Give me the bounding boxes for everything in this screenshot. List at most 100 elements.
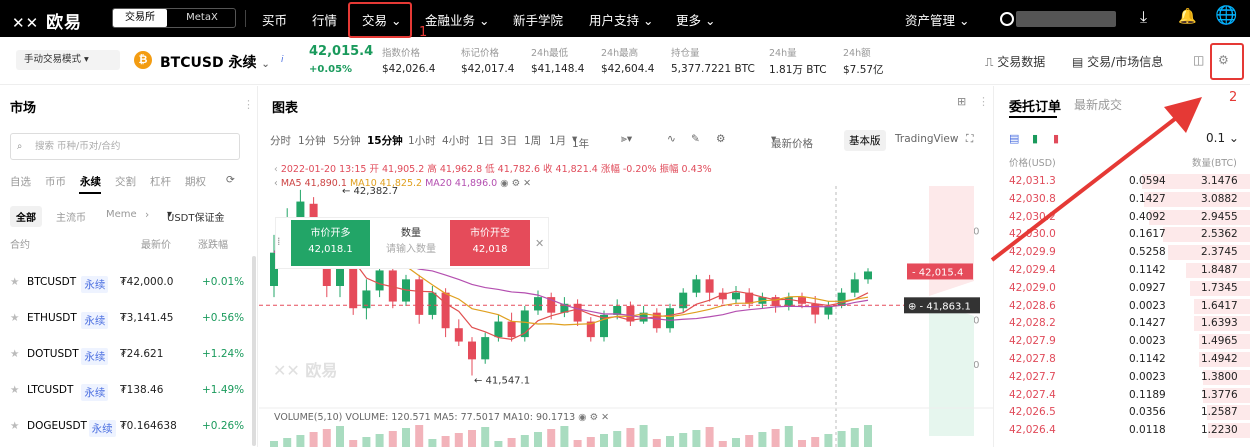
bell-icon[interactable]: 🔔 [1178,7,1197,25]
assist-close-icon[interactable]: ✕ [535,237,544,250]
market-short-button[interactable]: 市价开空 42,018 [450,220,530,266]
tab-margin[interactable]: 杠杆 [150,174,171,189]
market-row[interactable]: ★ BTCUSDT 永续 ₮42,000.0 +0.01% [0,265,258,300]
market-long-button[interactable]: 市价开多 42,018.1 [291,220,370,266]
ask-row[interactable]: 42,027.4 0.1189 1.3776 [995,387,1250,404]
subtab-arrow[interactable]: › [145,209,149,221]
tab-options[interactable]: 期权 [185,174,206,189]
ask-row[interactable]: 42,027.9 0.0023 1.4965 [995,333,1250,350]
exchange-switch[interactable]: 交易所 MetaX [112,8,236,28]
indicator-icon[interactable]: ∿ [667,133,676,145]
time-9[interactable]: 1周 [524,133,541,148]
market-search-input[interactable]: ⌕ 搜索 币种/币对/合约 [10,133,240,160]
tradingview-btn[interactable]: TradingView [895,133,958,145]
star-icon[interactable]: ★ [10,420,19,432]
ask-total: 1.3776 [1201,388,1238,401]
trade-data-link[interactable]: ⎍ 交易数据 [985,53,1045,70]
info-icon[interactable]: i [281,55,284,65]
star-icon[interactable]: ★ [10,276,19,288]
fullscreen-icon[interactable]: ⛶ [966,133,973,146]
metax-tab[interactable]: MetaX [169,9,235,27]
nav-finance[interactable]: 金融业务 ⌄ [425,10,489,29]
ask-row[interactable]: 42,026.5 0.0356 1.2587 [995,404,1250,421]
basic-view-btn[interactable]: 基本版 [844,130,886,151]
ask-row[interactable]: 42,027.8 0.1142 1.4942 [995,351,1250,368]
latest-price-select[interactable]: 最新价格 ▾ [771,133,813,150]
user-icon[interactable] [1000,12,1014,26]
nav-assets[interactable]: 资产管理 ⌄ [905,10,969,29]
ask-row[interactable]: 42,026.4 0.0118 1.2230 [995,422,1250,439]
quantity-field[interactable]: 数量 请输入数量 [372,220,450,266]
time-11[interactable]: 1年 ▾ [572,133,589,150]
time-4[interactable]: 15分钟 [367,133,403,148]
layout-icon[interactable]: ◫ [1193,53,1204,67]
nav-markets[interactable]: 行情 [312,10,337,29]
market-scrollbar[interactable] [252,256,256,446]
tab-swap[interactable]: 永续 [80,174,101,189]
refresh-icon[interactable]: ⟳ [226,174,235,186]
candle-body [494,321,503,338]
star-icon[interactable]: ★ [10,348,19,360]
draw-icon[interactable]: ✎ [691,133,700,145]
precision-select[interactable]: 0.1 ⌄ [1206,131,1239,145]
vol-eye-icon[interactable]: ◉ [578,412,586,423]
market-symbol: ETHUSDT [27,312,77,324]
volume-bar [652,439,661,447]
tab-spot[interactable]: 币币 [45,174,66,189]
subtab-meme[interactable]: Meme [106,209,137,220]
market-row[interactable]: ★ ETHUSDT 永续 ₮3,141.45 +0.56% [0,301,258,336]
time-6[interactable]: 4小时 [442,133,470,148]
nav-more[interactable]: 更多 ⌄ [676,10,715,29]
star-icon[interactable]: ★ [10,384,19,396]
time-1[interactable]: 分时 [270,133,291,148]
symbol-selector[interactable]: BTCUSD 永续 ⌄ [160,52,270,72]
download-icon[interactable]: ⤓ [1140,7,1147,27]
ask-row[interactable]: 42,028.6 0.0023 1.6417 [995,298,1250,315]
vol-settings-icon[interactable]: ⚙ [590,412,599,423]
ask-row[interactable]: 42,028.2 0.1427 1.6393 [995,315,1250,332]
time-8[interactable]: 3日 [500,133,517,148]
market-row[interactable]: ★ DOTUSDT 永续 ₮24.621 +1.24% [0,337,258,372]
ask-total: 1.6393 [1201,317,1238,330]
ask-row[interactable]: 42,029.0 0.0927 1.7345 [995,280,1250,297]
exchange-tab[interactable]: 交易所 [113,9,167,27]
margin-select[interactable]: USDT保证金 ▾ [167,209,224,224]
time-7[interactable]: 1日 [477,133,494,148]
subtab-mainstream[interactable]: 主流币 [56,209,86,224]
volume-bar [784,426,793,447]
grid-icon[interactable]: ⊞ [957,95,966,108]
trade-mode-select[interactable]: 手动交易模式 ▾ [16,50,120,70]
time-10[interactable]: 1月 [549,133,566,148]
market-row[interactable]: ★ LTCUSDT 永续 ₮138.46 +1.49% [0,373,258,408]
candle-body [798,297,806,304]
ask-price: 42,028.2 [1009,317,1056,330]
okx-logo[interactable]: ✕✕ 欧易 [12,8,82,33]
candle-type-icon[interactable]: ⫸▾ [621,133,632,146]
candle-body [692,279,701,293]
volume-bar [547,429,556,447]
tab-futures[interactable]: 交割 [115,174,136,189]
nav-buy-crypto[interactable]: 买币 [262,10,287,29]
volume-bar [520,435,529,447]
drag-handle-icon[interactable]: ⁞ [277,235,281,248]
subtab-all[interactable]: 全部 [10,206,42,227]
ask-price: 42,027.9 [1009,335,1056,348]
ask-total: 1.6417 [1201,299,1238,312]
star-icon[interactable]: ★ [10,312,19,324]
time-5[interactable]: 1小时 [408,133,436,148]
nav-learn[interactable]: 新手学院 [513,10,563,29]
volume-bar [824,434,833,447]
vol-close-icon[interactable]: ✕ [601,412,609,423]
ask-row[interactable]: 42,027.7 0.0023 1.3800 [995,369,1250,386]
volume-bar [296,435,305,447]
time-3[interactable]: 5分钟 [333,133,361,148]
nav-support[interactable]: 用户支持 ⌄ [589,10,653,29]
market-price: ₮138.46 [120,384,164,396]
time-2[interactable]: 1分钟 [298,133,326,148]
chart-settings-icon[interactable]: ⚙ [716,133,725,145]
globe-icon[interactable]: 🌐 [1215,5,1237,26]
tab-favorites[interactable]: 自选 [10,174,31,189]
market-info-link[interactable]: ▤ 交易/市场信息 [1072,53,1163,70]
market-row[interactable]: ★ DOGEUSDT 永续 ₮0.164638 +0.26% [0,409,258,444]
collapse-icon[interactable]: ⋮ [243,98,254,111]
